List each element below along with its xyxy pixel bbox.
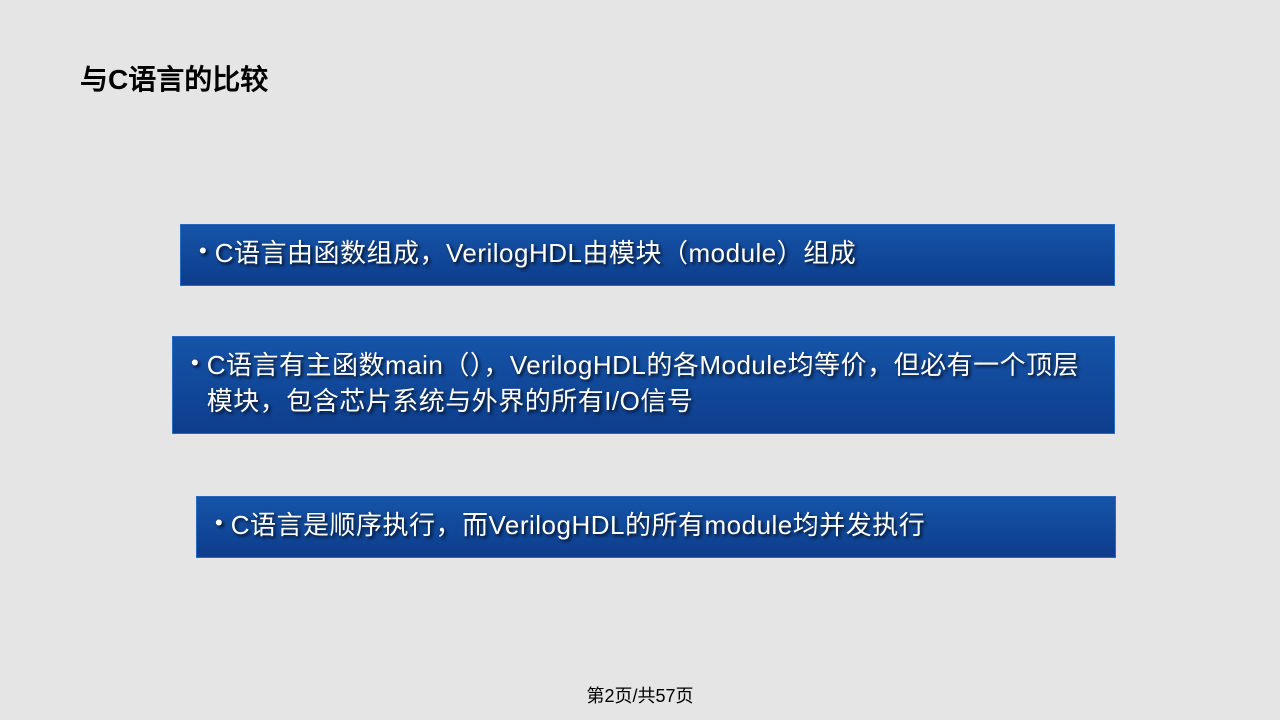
bullet-text-2: C语言有主函数main（），VerilogHDL的各Module均等价，但必有一…	[207, 347, 1096, 419]
bullet-box-2: • C语言有主函数main（），VerilogHDL的各Module均等价，但必…	[172, 336, 1115, 434]
bullet-dot-icon: •	[191, 347, 199, 379]
bullet-text-1: C语言由函数组成，VerilogHDL由模块（module）组成	[215, 235, 857, 271]
bullet-row: • C语言是顺序执行，而VerilogHDL的所有module均并发执行	[215, 507, 1097, 543]
bullet-box-1: • C语言由函数组成，VerilogHDL由模块（module）组成	[180, 224, 1115, 286]
slide-title: 与C语言的比较	[80, 58, 268, 98]
bullet-row: • C语言由函数组成，VerilogHDL由模块（module）组成	[199, 235, 1096, 271]
page-indicator: 第2页/共57页	[586, 682, 693, 708]
bullet-text-3: C语言是顺序执行，而VerilogHDL的所有module均并发执行	[231, 507, 926, 543]
bullet-dot-icon: •	[199, 235, 207, 267]
bullet-row: • C语言有主函数main（），VerilogHDL的各Module均等价，但必…	[191, 347, 1096, 419]
bullet-dot-icon: •	[215, 507, 223, 539]
bullet-box-3: • C语言是顺序执行，而VerilogHDL的所有module均并发执行	[196, 496, 1116, 558]
